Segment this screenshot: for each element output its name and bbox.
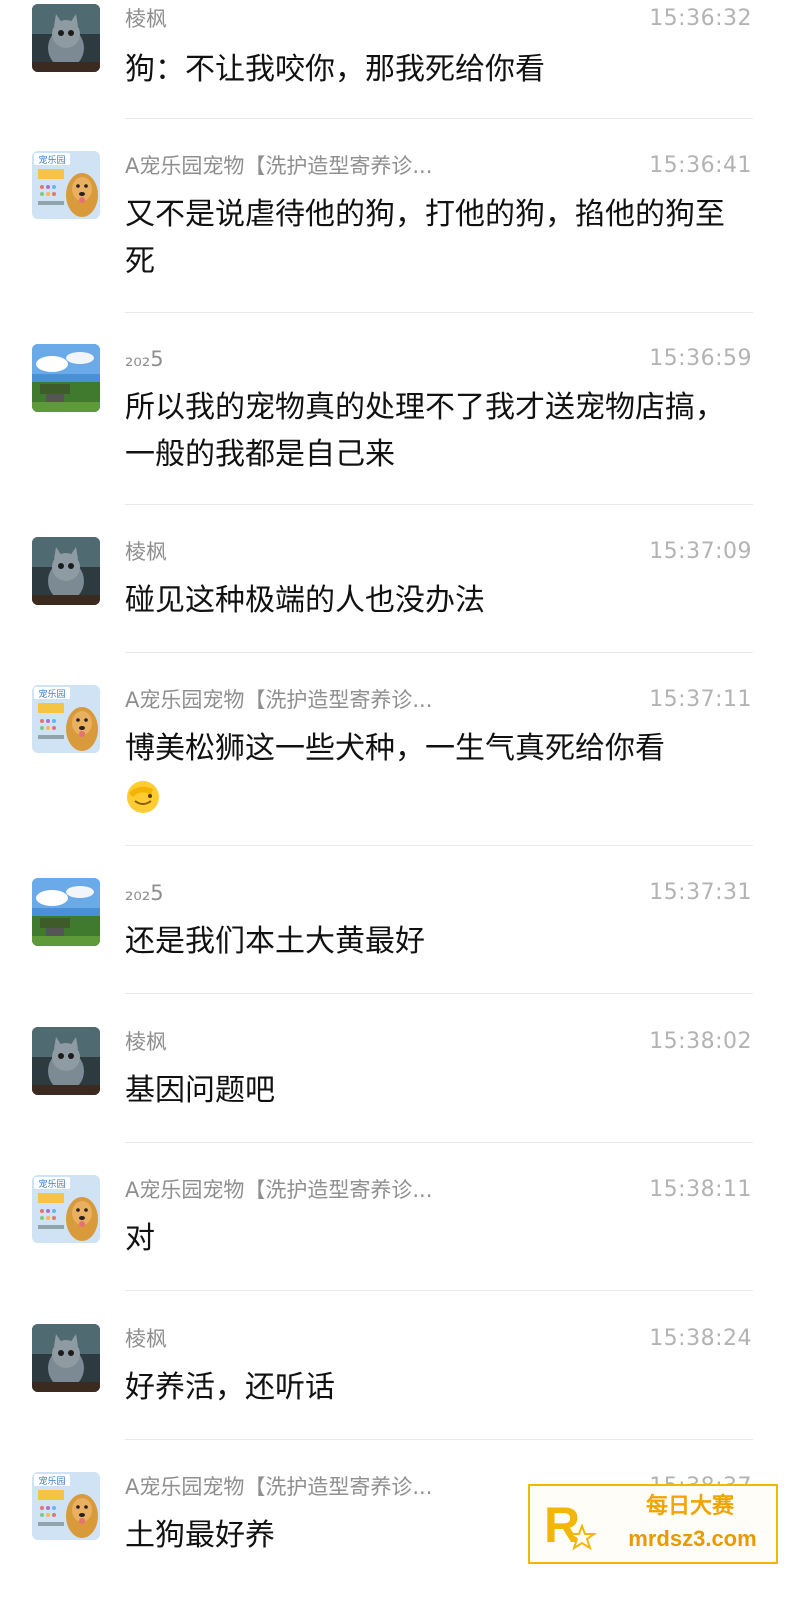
watermark-url[interactable]: mrdsz3.com: [610, 1524, 775, 1554]
pet-shop-avatar[interactable]: 宠乐园: [32, 1175, 100, 1243]
message-time: 15:38:24: [649, 1326, 752, 1351]
facepalm-emoji: [127, 780, 159, 813]
avatar-badge-text: 宠乐园: [38, 1475, 65, 1487]
chat-message-list: 棱枫 15:36:32 狗：不让我咬你，那我死给你看 宠乐园 A宠乐园宠物【洗护…: [0, 0, 800, 1598]
message-text: 又不是说虐待他的狗，打他的狗，掐他的狗至死: [125, 197, 725, 279]
message-time: 15:38:11: [649, 1177, 752, 1202]
message-text: 对: [125, 1221, 155, 1256]
avatar-badge-text: 宠乐园: [38, 1178, 65, 1190]
avatar-badge-text: 宠乐园: [38, 154, 65, 166]
message-text-content: 博美松狮这一些犬种，一生气真死给你看: [125, 731, 665, 766]
divider: [125, 993, 753, 994]
watermark-title: 每日大赛: [645, 1494, 734, 1519]
message-time: 15:36:59: [649, 346, 752, 371]
message-time: 15:37:31: [649, 880, 752, 905]
divider: [125, 504, 753, 505]
watermark: R 每日大赛 mrdsz3.com: [528, 1484, 778, 1564]
pet-shop-avatar[interactable]: 宠乐园: [32, 1472, 100, 1540]
sender-name: A宠乐园宠物【洗护造型寄养诊...: [125, 688, 433, 712]
message-time: 15:36:41: [649, 153, 752, 178]
message-time: 15:37:09: [649, 539, 752, 564]
message-time: 15:37:11: [649, 687, 752, 712]
message-time: 15:38:02: [649, 1029, 752, 1054]
divider: [125, 1439, 753, 1440]
message-time: 15:36:32: [649, 6, 752, 31]
divider: [125, 652, 753, 653]
message-text: 狗：不让我咬你，那我死给你看: [125, 52, 545, 87]
pet-shop-avatar[interactable]: 宠乐园: [32, 685, 100, 753]
divider: [125, 1142, 753, 1143]
watermark-logo-icon: R: [544, 1497, 598, 1553]
message-text: 碰见这种极端的人也没办法: [125, 583, 485, 618]
cat-avatar[interactable]: [32, 1324, 100, 1392]
message-text: 还是我们本土大黄最好: [125, 924, 425, 959]
sender-name: A宠乐园宠物【洗护造型寄养诊...: [125, 1178, 433, 1202]
landscape-avatar[interactable]: [32, 878, 100, 946]
divider: [125, 845, 753, 846]
message-text: 基因问题吧: [125, 1073, 275, 1108]
avatar-badge-text: 宠乐园: [38, 688, 65, 700]
sender-name: 棱枫: [125, 7, 167, 31]
sender-name: A宠乐园宠物【洗护造型寄养诊...: [125, 154, 433, 178]
sender-name: 棱枫: [125, 1327, 167, 1351]
message-text: 所以我的宠物真的处理不了我才送宠物店搞，一般的我都是自己来: [125, 390, 725, 472]
landscape-avatar[interactable]: [32, 344, 100, 412]
divider: [125, 118, 753, 119]
cat-avatar[interactable]: [32, 4, 100, 72]
sender-name: ₂₀₂5: [125, 881, 164, 905]
cat-avatar[interactable]: [32, 1027, 100, 1095]
message-text: 博美松狮这一些犬种，一生气真死给你看: [125, 725, 745, 819]
sender-name: ₂₀₂5: [125, 347, 164, 371]
sender-name: 棱枫: [125, 540, 167, 564]
sender-name: 棱枫: [125, 1030, 167, 1054]
message-text: 好养活，还听话: [125, 1370, 335, 1405]
pet-shop-avatar[interactable]: 宠乐园: [32, 151, 100, 219]
cat-avatar[interactable]: [32, 537, 100, 605]
divider: [125, 1290, 753, 1291]
divider: [125, 312, 753, 313]
